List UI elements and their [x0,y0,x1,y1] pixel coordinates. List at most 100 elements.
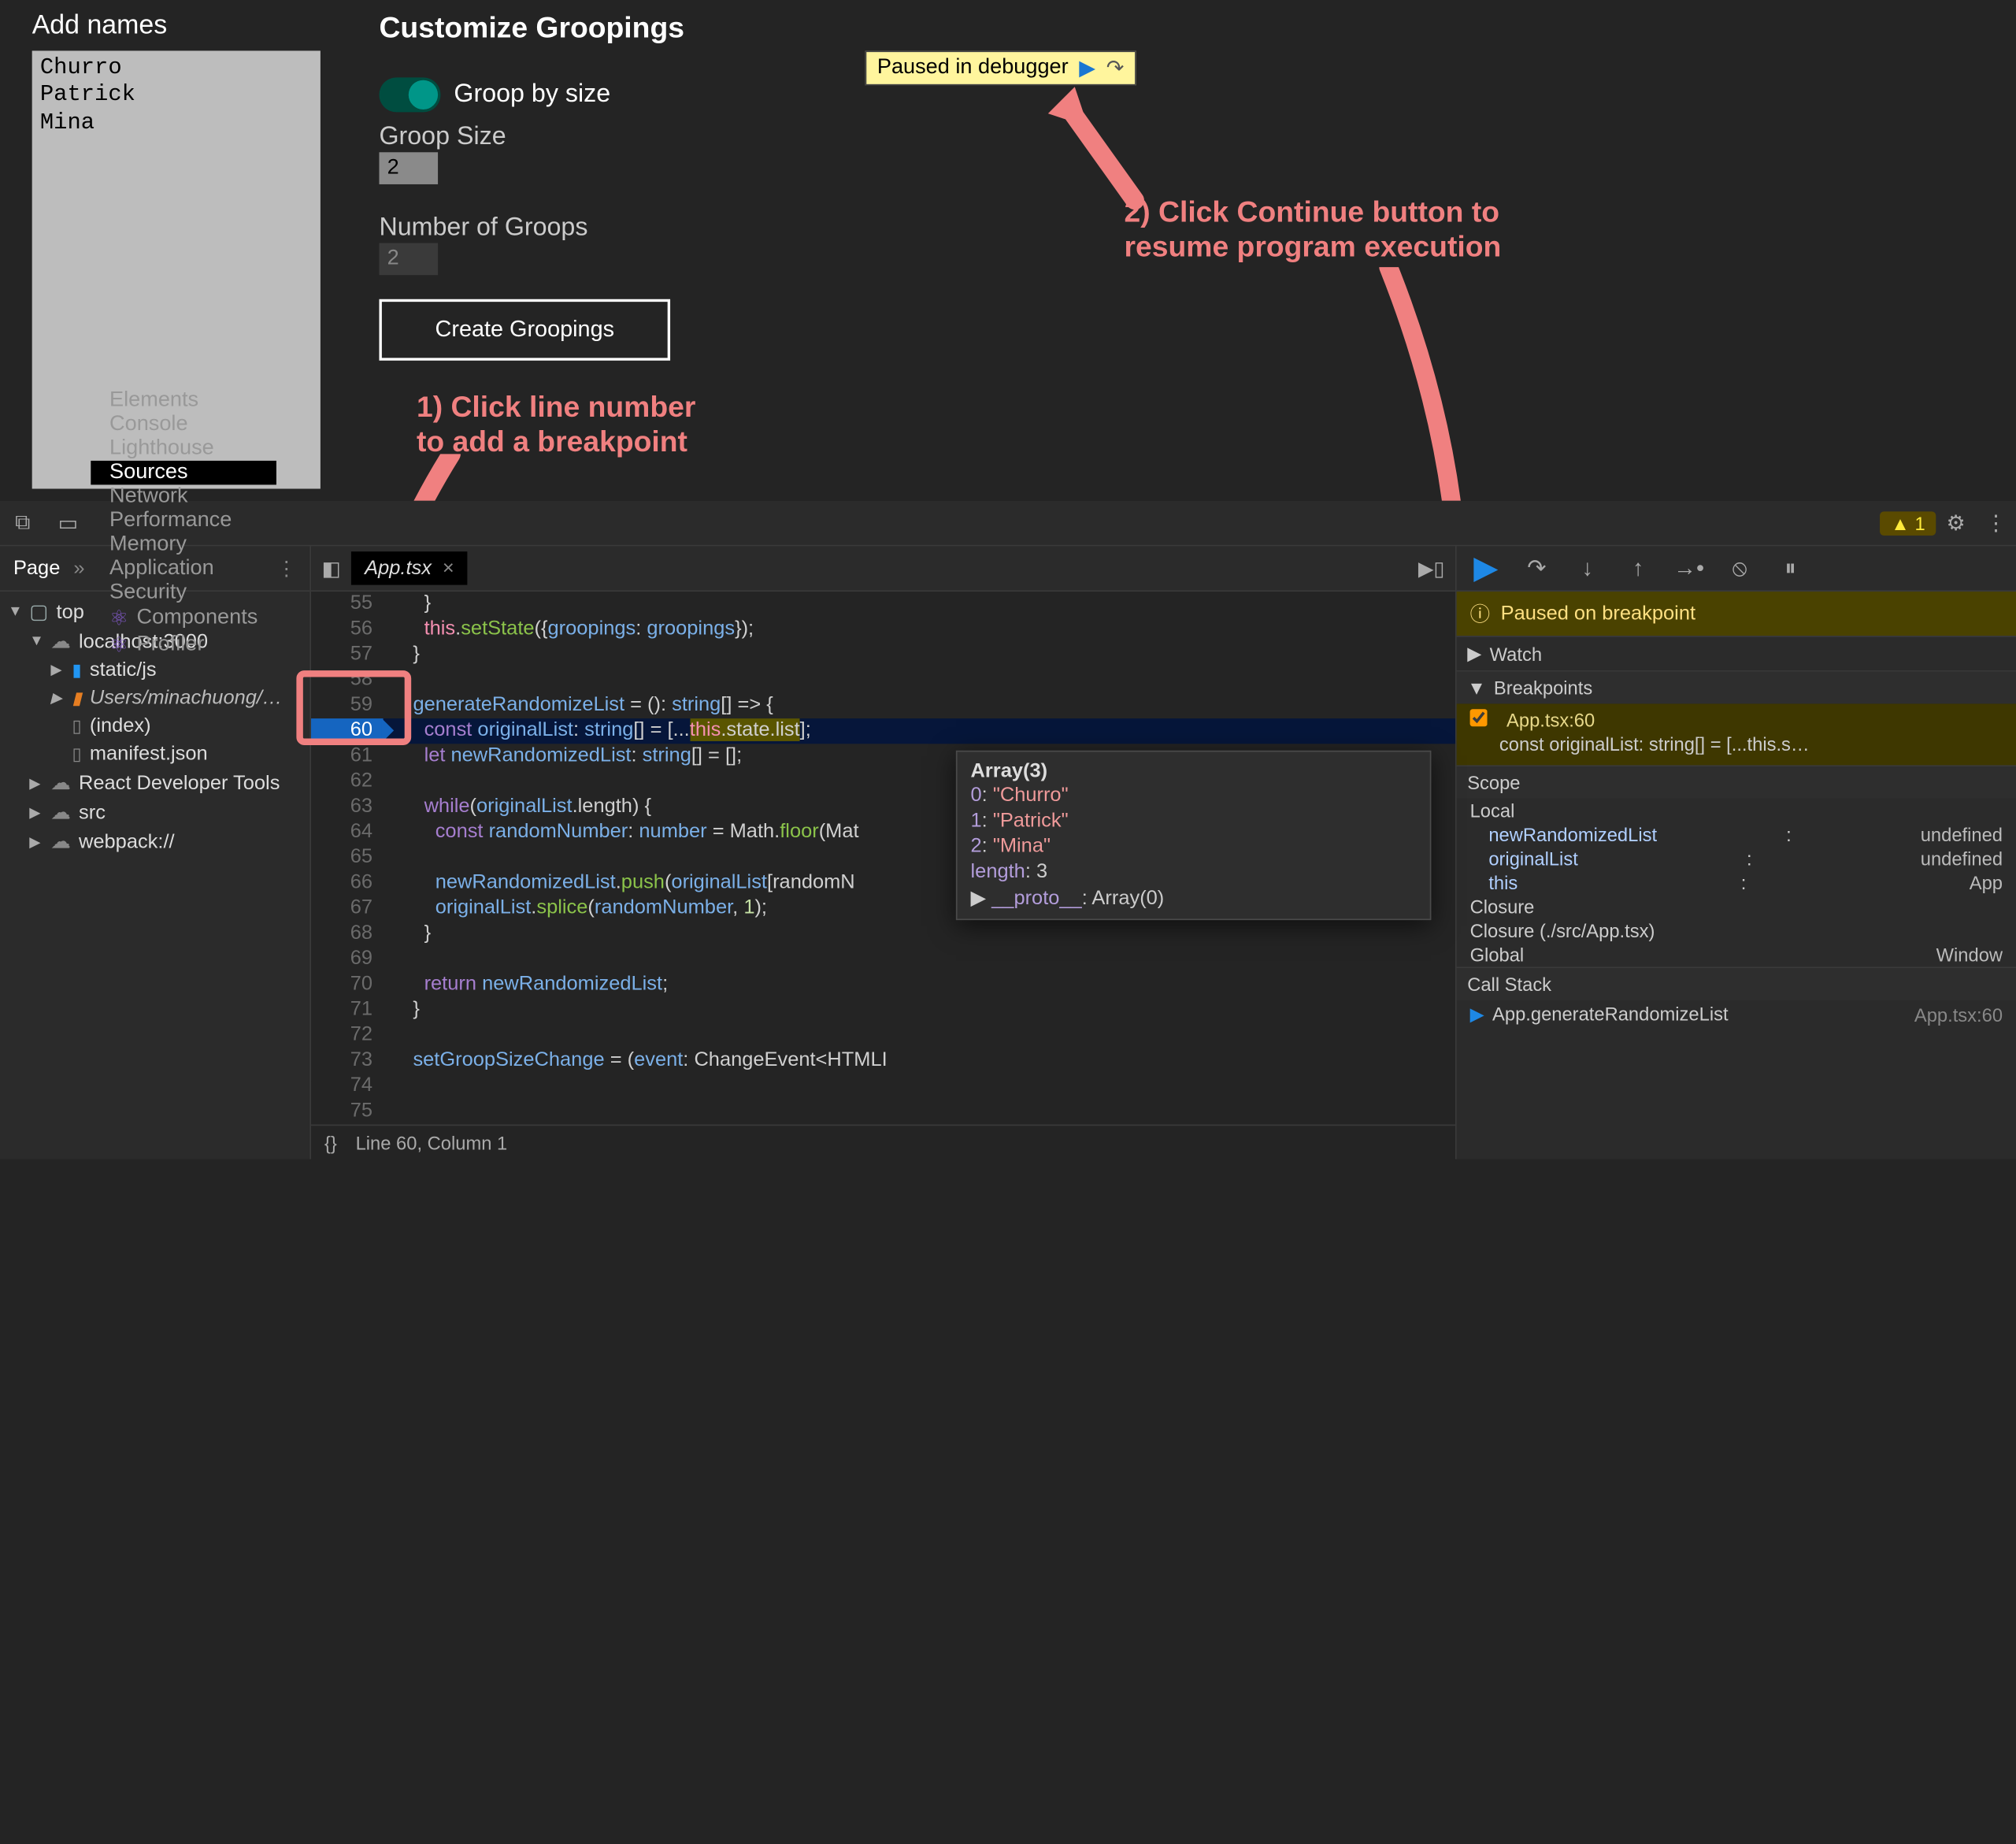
watch-section-header[interactable]: ▶ Watch [1457,637,2016,670]
gutter-line[interactable]: 73 [311,1048,384,1074]
gutter-line[interactable]: 70 [311,972,384,997]
devtools-tab-components[interactable]: ⚛Components [91,604,276,631]
code-line[interactable] [384,1074,1455,1099]
gutter-line[interactable]: 71 [311,997,384,1022]
code-line[interactable] [384,668,1455,693]
code-line[interactable] [384,1099,1455,1124]
tree-item[interactable]: ▯ manifest.json [0,740,309,768]
devtools-tab-application[interactable]: Application [91,556,276,581]
devtools-tab-console[interactable]: Console [91,412,276,436]
code-line[interactable]: generateRandomizeList = (): string[] => … [384,693,1455,718]
step-into-button[interactable]: ↓ [1571,555,1603,581]
gutter-line[interactable]: 56 [311,617,384,642]
debugger-column: ▶ ↷ ↓ ↑ →• ⦸ ⏸ ⓘ Paused on breakpoint ▶ … [1455,546,2016,1159]
file-icon: ▯ [72,715,82,736]
gutter-line[interactable]: 60 [311,718,384,744]
gutter-line[interactable]: 65 [311,845,384,870]
devtools-tabbar: ⧉ ▭ ElementsConsoleLighthouseSourcesNetw… [0,501,2016,547]
breakpoint-item[interactable]: App.tsx:60 const originalList: string[] … [1457,703,2016,765]
cursor-position: Line 60, Column 1 [356,1132,508,1153]
gutter-line[interactable]: 59 [311,693,384,718]
gutter-line[interactable]: 68 [311,922,384,947]
code-line[interactable] [384,1023,1455,1048]
breakpoints-section-header[interactable]: ▼ Breakpoints [1457,672,2016,704]
gutter-line[interactable]: 55 [311,592,384,617]
step-over-icon[interactable]: ↷ [1106,55,1125,82]
code-line[interactable]: } [384,997,1455,1022]
code-line[interactable]: setGroopSizeChange = (event: ChangeEvent… [384,1048,1455,1074]
gutter-line[interactable]: 57 [311,642,384,667]
step-over-button[interactable]: ↷ [1521,555,1553,581]
gutter-line[interactable]: 61 [311,744,384,769]
gutter-line[interactable]: 58 [311,668,384,693]
devtools-tab-security[interactable]: Security [91,581,276,605]
code-line[interactable]: } [384,592,1455,617]
devtools-tab-performance[interactable]: Performance [91,508,276,532]
code-line[interactable]: } [384,922,1455,947]
paused-banner: ⓘ Paused on breakpoint [1457,592,2016,636]
code-line[interactable]: } [384,642,1455,667]
file-tree[interactable]: ▼▢ top▼☁ localhost:3000▶▮ static/js▶▮ Us… [0,592,309,1159]
scope-section-header[interactable]: Scope [1457,766,2016,799]
settings-icon[interactable]: ⚙ [1936,510,1976,536]
gutter-line[interactable]: 69 [311,947,384,972]
toggle-debugger-icon[interactable]: ▶▯ [1418,556,1445,581]
groop-by-size-toggle[interactable] [379,77,440,112]
gutter-line[interactable]: 64 [311,820,384,845]
gutter-line[interactable]: 75 [311,1099,384,1124]
devtools-tab-lighthouse[interactable]: Lighthouse [91,436,276,461]
devtools-tab-network[interactable]: Network [91,484,276,509]
cloud-icon: ☁ [50,800,70,825]
tree-item[interactable]: ▶☁ src [0,797,309,826]
resume-button[interactable]: ▶ [1470,549,1503,588]
gutter-line[interactable]: 63 [311,795,384,820]
groop-size-input[interactable] [379,152,438,184]
callstack-section-header[interactable]: Call Stack [1457,968,2016,1000]
toggle-navigator-icon[interactable]: ◧ [322,556,341,581]
resume-icon[interactable]: ▶ [1079,55,1095,82]
section-title: Customize Groopings [379,11,684,46]
code-line[interactable] [384,947,1455,972]
inspect-icon[interactable]: ⧉ [0,510,46,535]
warnings-badge[interactable]: ▲ 1 [1881,510,1936,535]
tree-item[interactable]: ▶▮ Users/minachuong/… [0,684,309,712]
react-icon: ⚛ [109,604,128,631]
gutter-line[interactable]: 66 [311,870,384,896]
gutter-line[interactable]: 72 [311,1023,384,1048]
create-groopings-button[interactable]: Create Groopings [379,299,670,361]
react-icon: ⚛ [109,631,128,658]
devtools-tab-elements[interactable]: Elements [91,388,276,413]
callstack-frame[interactable]: ▶App.generateRandomizeList App.tsx:60 [1457,1000,2016,1029]
code-line[interactable]: const originalList: string[] = [...this.… [384,718,1455,744]
navigator-page-tab[interactable]: Page [13,557,60,580]
navigator-more[interactable]: » [73,557,84,580]
code-line[interactable]: this.setState({groopings: groopings}); [384,617,1455,642]
cloud-icon: ☁ [50,629,70,654]
step-out-button[interactable]: ↑ [1622,555,1655,581]
gutter-line[interactable]: 67 [311,896,384,922]
code-line[interactable]: return newRandomizedList; [384,972,1455,997]
device-icon[interactable]: ▭ [46,510,91,536]
devtools-tab-memory[interactable]: Memory [91,532,276,557]
tree-item[interactable]: ▶☁ webpack:// [0,826,309,855]
num-groops-input [379,243,438,276]
deactivate-breakpoints-button[interactable]: ⦸ [1724,555,1756,581]
close-tab-icon[interactable]: × [443,557,454,580]
tree-item[interactable]: ▶▮ static/js [0,655,309,684]
file-tab[interactable]: App.tsx × [351,551,467,584]
gutter-line[interactable]: 74 [311,1074,384,1099]
tree-item[interactable]: ▯ (index) [0,712,309,740]
step-button[interactable]: →• [1673,555,1705,581]
add-names-label: Add names [32,11,168,42]
toggle-label: Groop by size [454,80,610,109]
file-icon: ▯ [72,743,82,764]
navigator-menu-icon[interactable]: ⋮ [276,556,296,581]
tree-item[interactable]: ▶☁ React Developer Tools [0,768,309,797]
devtools-tab-sources[interactable]: Sources [91,460,276,484]
pretty-print-icon[interactable]: {} [324,1132,337,1153]
pause-exceptions-button[interactable]: ⏸ [1774,555,1807,581]
devtools-tab-profiler[interactable]: ⚛Profiler [91,631,276,658]
more-icon[interactable]: ⋮ [1976,510,2016,536]
gutter-line[interactable]: 62 [311,770,384,795]
breakpoint-checkbox[interactable] [1470,709,1488,726]
